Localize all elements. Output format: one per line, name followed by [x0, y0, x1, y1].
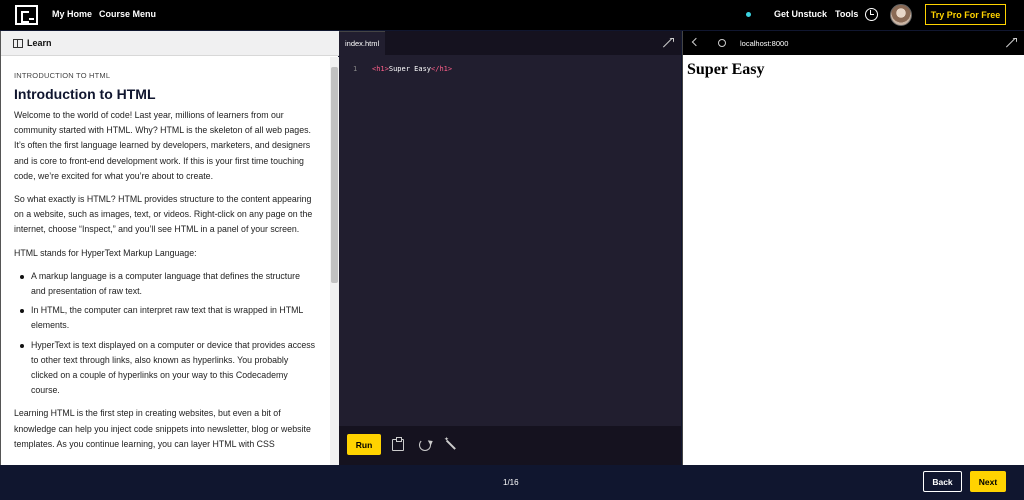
- next-button[interactable]: Next: [970, 471, 1006, 492]
- lesson-content[interactable]: INTRODUCTION TO HTML Introduction to HTM…: [1, 57, 329, 465]
- scrollbar-thumb[interactable]: [331, 67, 338, 283]
- book-icon: [13, 39, 23, 48]
- lesson-title: Introduction to HTML: [14, 86, 156, 102]
- tab-index-html[interactable]: index.html: [339, 31, 386, 55]
- bottom-bar: 1/16 Back Next: [0, 466, 1024, 500]
- list-item: HyperText is text displayed on a compute…: [20, 338, 317, 399]
- lesson-paragraph: HTML stands for HyperText Markup Languag…: [14, 247, 197, 258]
- line-number: 1: [353, 65, 358, 73]
- browser-preview: localhost:8000 Super Easy: [682, 31, 1024, 465]
- code-editor: index.html 1 <h1>Super Easy</h1> Run: [339, 31, 681, 465]
- lesson-paragraph: Welcome to the world of code! Last year,…: [14, 110, 311, 181]
- course-menu-link[interactable]: Course Menu: [99, 9, 156, 19]
- learn-panel: Learn INTRODUCTION TO HTML Introduction …: [0, 31, 339, 465]
- my-home-link[interactable]: My Home: [52, 9, 92, 19]
- top-navigation: My Home Course Menu Get Unstuck Tools Tr…: [0, 0, 1024, 30]
- preview-heading: Super Easy: [687, 61, 765, 78]
- clipboard-icon[interactable]: [392, 437, 404, 451]
- list-item: In HTML, the computer can interpret raw …: [20, 303, 317, 333]
- run-button[interactable]: Run: [347, 434, 381, 455]
- lesson-bullet-list: A markup language is a computer language…: [20, 269, 317, 399]
- lesson-eyebrow: INTRODUCTION TO HTML: [14, 71, 111, 80]
- browser-reload-icon[interactable]: [718, 39, 726, 47]
- browser-url: localhost:8000: [740, 39, 789, 48]
- get-unstuck-link[interactable]: Get Unstuck: [774, 9, 827, 19]
- editor-tab-bar: index.html: [339, 31, 681, 55]
- magic-wand-icon[interactable]: [444, 436, 457, 451]
- learn-header: Learn: [1, 31, 339, 56]
- expand-browser-icon[interactable]: [1006, 38, 1016, 48]
- browser-back-icon[interactable]: [691, 37, 701, 47]
- codecademy-logo-icon[interactable]: [15, 5, 38, 25]
- back-button[interactable]: Back: [923, 471, 962, 492]
- browser-bar: localhost:8000: [683, 31, 1024, 55]
- lesson-scrollbar[interactable]: [330, 57, 339, 465]
- tools-link[interactable]: Tools: [835, 9, 858, 19]
- list-item: A markup language is a computer language…: [20, 269, 317, 299]
- learn-label: Learn: [27, 38, 52, 48]
- code-text: Super Easy: [388, 65, 432, 73]
- avatar[interactable]: [890, 4, 912, 26]
- lesson-paragraph: So what exactly is HTML? HTML provides s…: [14, 194, 313, 235]
- editor-toolbar: Run: [339, 426, 681, 465]
- expand-editor-icon[interactable]: [663, 38, 673, 48]
- notification-dot-icon: [746, 12, 751, 17]
- alarm-clock-icon[interactable]: [865, 8, 878, 21]
- try-pro-button[interactable]: Try Pro For Free: [925, 4, 1006, 25]
- code-close-tag: </h1>: [431, 65, 453, 73]
- page-counter: 1/16: [503, 478, 519, 487]
- code-open-tag: <h1>: [372, 65, 389, 73]
- refresh-icon[interactable]: [419, 439, 431, 451]
- lesson-paragraph: Learning HTML is the first step in creat…: [14, 408, 311, 449]
- code-line[interactable]: <h1>Super Easy</h1>: [372, 65, 452, 73]
- code-area[interactable]: 1 <h1>Super Easy</h1>: [339, 55, 681, 425]
